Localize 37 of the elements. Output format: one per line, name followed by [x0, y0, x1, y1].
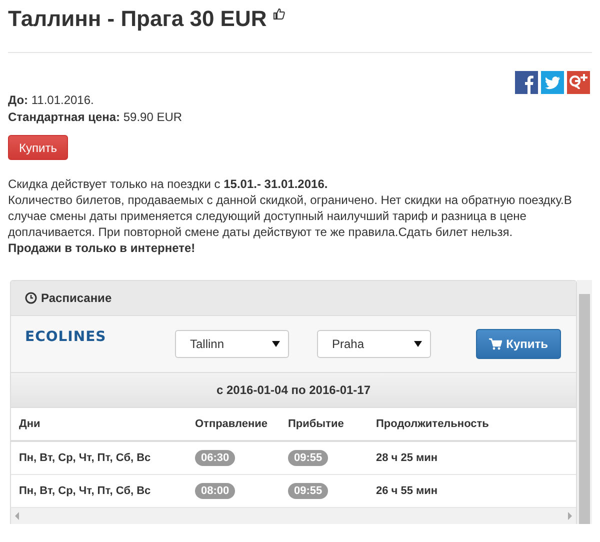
caret-icon [272, 341, 280, 348]
column-header: Прибытие [288, 418, 344, 430]
buy-button[interactable]: Купить [476, 329, 562, 360]
days-text: Пн, Вт, Ср, Чт, Пт, Сб, Вс [19, 485, 151, 497]
period-heading: с 2016-01-04 по 2016-01-17 [11, 373, 576, 408]
panel-title: Расписание [41, 291, 112, 306]
column-header: Отправление [195, 418, 268, 430]
horizontal-scrollbar[interactable] [11, 508, 576, 524]
facebook-icon[interactable] [515, 71, 538, 94]
twitter-icon[interactable] [541, 71, 564, 94]
days-text: Пн, Вт, Ср, Чт, Пт, Сб, Вс [19, 452, 151, 464]
duration-text: 28 ч 25 мин [376, 452, 438, 464]
time-badge: 09:55 [288, 450, 328, 466]
description-text: Скидка действует только на поездки с 15.01.- 31.01.2016. [8, 176, 329, 192]
page-title: Таллинн - Прага 30 EUR [8, 6, 267, 32]
column-header: Продолжительность [376, 418, 489, 430]
description-text: Продажи в только в интернете! [8, 240, 196, 256]
origin-select[interactable]: Tallinn [175, 330, 289, 358]
field-label: До: [8, 93, 28, 107]
thumbs-up-icon[interactable] [272, 8, 285, 20]
column-header: Дни [19, 418, 40, 430]
buy-button[interactable]: Купить [8, 135, 68, 160]
time-badge: 09:55 [288, 483, 328, 499]
clock-icon [25, 292, 37, 304]
time-badge: 06:30 [195, 450, 236, 466]
duration-text: 26 ч 55 мин [376, 485, 438, 497]
cart-icon [489, 338, 502, 350]
google-plus-icon[interactable] [567, 71, 590, 94]
destination-select[interactable]: Praha [317, 330, 431, 358]
description-text: Количество билетов, продаваемых с данной скидкой, ограничено. Нет скидки на обратную поездку.В случае смены даты применяется следующий доступный наилучший тариф и разница в цене доплачивается. При повторной смене даты действуют те же правила.Сдать билет нельзя. [8, 192, 573, 240]
ecolines-logo: ECOLINES [25, 329, 108, 346]
field-value: 59.90 EUR [122, 110, 182, 124]
field-value: 11.01.2016. [30, 93, 94, 107]
field-label: Стандартная цена: [8, 110, 120, 124]
vertical-scrollbar[interactable] [577, 280, 592, 524]
time-badge: 08:00 [195, 483, 236, 499]
caret-icon [414, 341, 422, 348]
